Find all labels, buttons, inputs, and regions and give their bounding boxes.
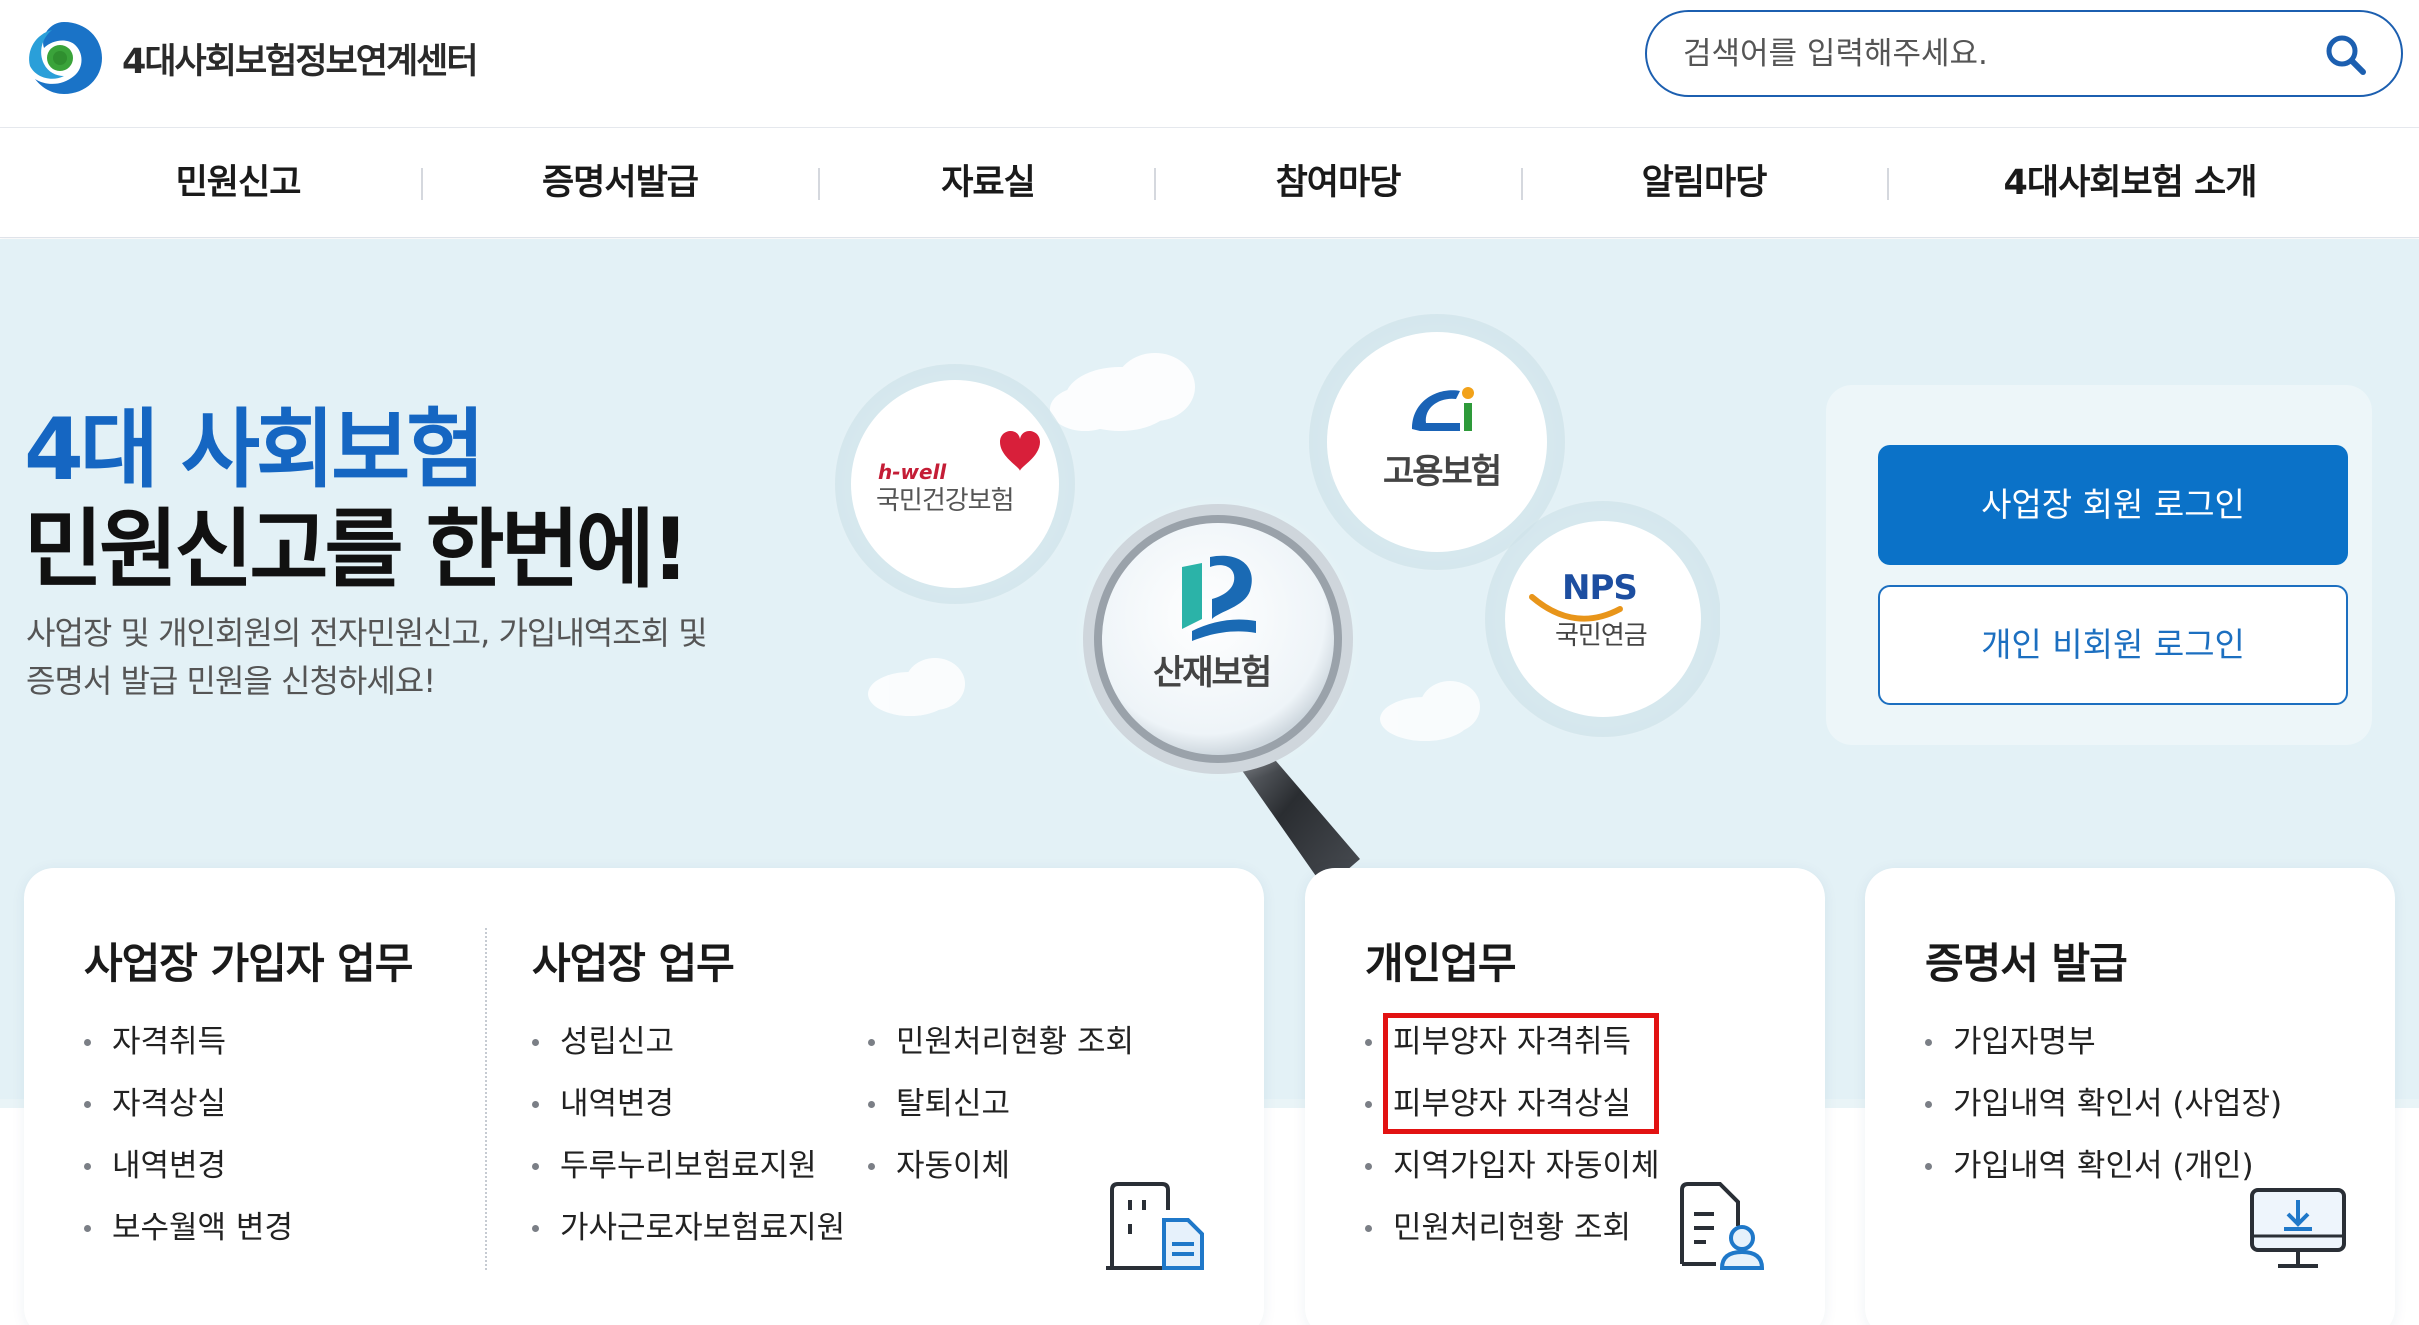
- cloud-icon: [1050, 353, 1195, 431]
- list-item[interactable]: 자격상실: [84, 1082, 293, 1144]
- cloud-icon: [1380, 681, 1480, 741]
- nav-item-archive[interactable]: 자료실: [888, 128, 1088, 238]
- list-item[interactable]: 두루누리보험료지원: [532, 1144, 845, 1206]
- list-item[interactable]: 자동이체: [868, 1144, 1134, 1206]
- list-item[interactable]: 가입자명부: [1925, 1020, 2282, 1082]
- search-icon[interactable]: [2323, 32, 2367, 76]
- industrial-logo-icon: [1182, 563, 1202, 629]
- list-item[interactable]: 내역변경: [532, 1082, 845, 1144]
- building-document-icon: [1106, 1182, 1204, 1270]
- biz-member-list: 자격취득 자격상실 내역변경 보수월액 변경: [84, 1020, 293, 1268]
- monitor-download-icon: [2250, 1188, 2346, 1268]
- biz-member-title: 사업장 가입자 업무: [84, 939, 413, 988]
- list-item[interactable]: 민원처리현황 조회: [868, 1020, 1134, 1082]
- nav-divider: [1887, 168, 1889, 200]
- nav-item-certificate[interactable]: 증명서발급: [500, 128, 740, 238]
- search-box: [1645, 10, 2403, 97]
- employment-insurance-label: 고용보험: [1383, 452, 1500, 492]
- nps-brand-text: NPS: [1562, 568, 1637, 608]
- personal-title: 개인업무: [1365, 939, 1517, 988]
- card-divider: [485, 928, 487, 1270]
- list-item[interactable]: 피부양자 자격취득: [1365, 1020, 1660, 1082]
- list-item[interactable]: 내역변경: [84, 1144, 293, 1206]
- nav-item-about[interactable]: 4대사회보험 소개: [1980, 128, 2280, 238]
- logo-emblem-icon: [29, 22, 102, 94]
- pension-label: 국민연금: [1555, 621, 1647, 651]
- insurance-illustration: h-well 국민건강보험 고용보험 NPS 국민연금 산재보험: [830, 310, 1720, 889]
- biz-list-col2: 민원처리현황 조회 탈퇴신고 자동이체: [868, 1020, 1134, 1206]
- list-item[interactable]: 민원처리현황 조회: [1365, 1206, 1660, 1268]
- logo-text: 4대사회보험정보연계센터: [122, 41, 479, 82]
- pension-badge: NPS 국민연금: [1481, 497, 1720, 741]
- personal-login-button[interactable]: 개인 비회원 로그인: [1878, 585, 2348, 705]
- health-insurance-label: 국민건강보험: [876, 486, 1014, 516]
- list-item[interactable]: 탈퇴신고: [868, 1082, 1134, 1144]
- nav-divider: [1154, 168, 1156, 200]
- cloud-icon: [868, 658, 965, 716]
- hero-title: 민원신고를 한번에!: [24, 500, 690, 600]
- list-item[interactable]: 가입내역 확인서 (사업장): [1925, 1082, 2282, 1144]
- main-nav: 민원신고 증명서발급 자료실 참여마당 알림마당 4대사회보험 소개: [0, 128, 2419, 238]
- business-login-button[interactable]: 사업장 회원 로그인: [1878, 445, 2348, 565]
- person-document-icon: [1680, 1182, 1765, 1270]
- certificate-list: 가입자명부 가입내역 확인서 (사업장) 가입내역 확인서 (개인): [1925, 1020, 2282, 1206]
- list-item[interactable]: 가입내역 확인서 (개인): [1925, 1144, 2282, 1206]
- nav-item-civil-report[interactable]: 민원신고: [118, 128, 358, 238]
- nav-divider: [1521, 168, 1523, 200]
- biz-list-col1: 성립신고 내역변경 두루누리보험료지원 가사근로자보험료지원: [532, 1020, 845, 1268]
- list-item[interactable]: 가사근로자보험료지원: [532, 1206, 845, 1268]
- hero-description: 사업장 및 개인회원의 전자민원신고, 가입내역조회 및 증명서 발급 민원을 …: [26, 609, 786, 705]
- site-header: 4대사회보험정보연계센터: [0, 0, 2419, 128]
- health-insurance-badge: h-well 국민건강보험: [830, 359, 1080, 609]
- list-item[interactable]: 성립신고: [532, 1020, 845, 1082]
- health-brand-text: h-well: [878, 460, 947, 484]
- nav-divider: [421, 168, 423, 200]
- list-item[interactable]: 자격취득: [84, 1020, 293, 1082]
- site-logo[interactable]: 4대사회보험정보연계센터: [22, 16, 479, 100]
- hero-description-line: 사업장 및 개인회원의 전자민원신고, 가입내역조회 및: [26, 614, 708, 652]
- search-input[interactable]: [1683, 30, 2283, 78]
- hero-description-line: 증명서 발급 민원을 신청하세요!: [26, 662, 436, 700]
- nav-item-notice[interactable]: 알림마당: [1584, 128, 1824, 238]
- nav-item-participation[interactable]: 참여마당: [1218, 128, 1458, 238]
- biz-title: 사업장 업무: [532, 939, 735, 988]
- nav-divider: [818, 168, 820, 200]
- industrial-insurance-label: 산재보험: [1153, 653, 1270, 693]
- login-panel: 사업장 회원 로그인 개인 비회원 로그인: [1826, 385, 2372, 745]
- list-item[interactable]: 피부양자 자격상실: [1365, 1082, 1660, 1144]
- personal-list: 피부양자 자격취득 피부양자 자격상실 지역가입자 자동이체 민원처리현황 조회: [1365, 1020, 1660, 1268]
- list-item[interactable]: 지역가입자 자동이체: [1365, 1144, 1660, 1206]
- certificate-title: 증명서 발급: [1925, 939, 2128, 988]
- list-item[interactable]: 보수월액 변경: [84, 1206, 293, 1268]
